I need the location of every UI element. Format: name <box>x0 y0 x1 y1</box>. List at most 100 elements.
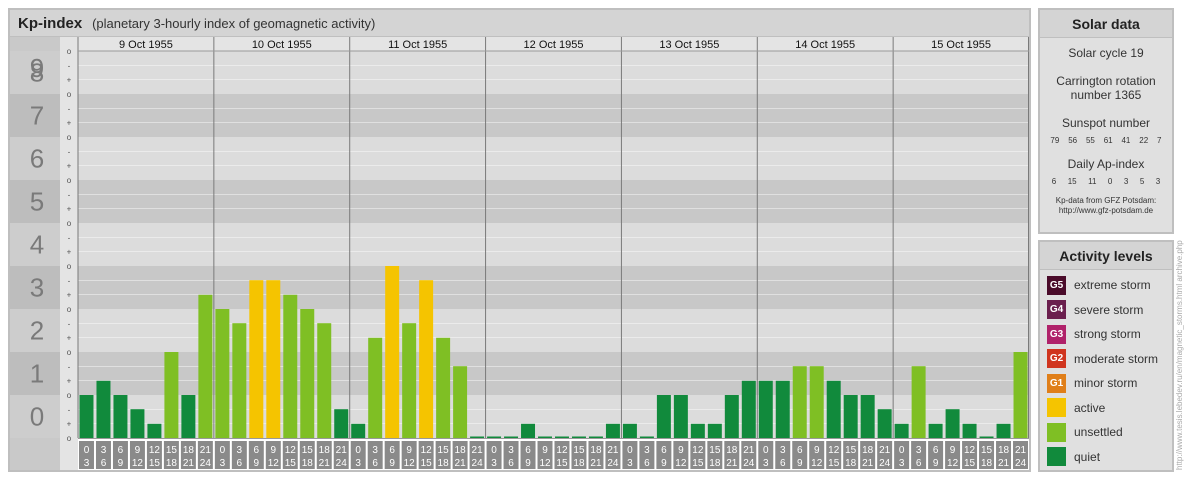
level-row-extreme-storm: G5 extreme storm <box>1040 273 1172 298</box>
level-row-moderate-storm: G2 moderate storm <box>1040 347 1172 372</box>
hour-start-label: 12 <box>149 445 161 456</box>
kp-bar <box>368 337 383 438</box>
hour-end-label: 15 <box>285 458 297 469</box>
sub-level-mark: + <box>67 291 72 300</box>
level-badge-g5: G5 <box>1047 275 1066 295</box>
hour-end-label: 21 <box>183 458 195 469</box>
sub-level-mark: - <box>68 276 71 285</box>
hour-start-label: 15 <box>302 445 314 456</box>
hour-start-label: 6 <box>389 445 395 456</box>
kp-level-band <box>78 223 1029 266</box>
hour-start-label: 9 <box>542 445 548 456</box>
kp-bar <box>928 423 943 438</box>
level-label: active <box>1074 400 1106 415</box>
solar-cycle: Solar cycle 19 <box>1068 46 1144 60</box>
day-label: 13 Oct 1955 <box>659 39 719 51</box>
level-label: quiet <box>1074 449 1101 464</box>
hour-end-label: 21 <box>455 458 467 469</box>
sunspot-value: 61 <box>1103 136 1113 145</box>
data-source-line-2[interactable]: http://www.gfz-potsdam.de <box>1040 206 1172 216</box>
level-swatch-unsettled <box>1047 422 1066 442</box>
kp-bar <box>639 436 654 438</box>
level-label: strong storm <box>1074 327 1141 342</box>
data-source-line-1: Kp-data from GFZ Potsdam: <box>1055 196 1157 205</box>
hour-start-label: 15 <box>166 445 178 456</box>
kp-level-band <box>78 180 1029 223</box>
hour-end-label: 3 <box>899 458 905 469</box>
kp-bar <box>504 436 519 438</box>
y-tick-label: 3 <box>30 273 44 303</box>
hour-start-label: 21 <box>607 445 619 456</box>
kp-bar <box>419 280 434 438</box>
level-badge-g4: G4 <box>1047 300 1066 320</box>
sub-level-mark: o <box>67 391 72 400</box>
hour-end-label: 18 <box>845 458 857 469</box>
hour-end-label: 18 <box>302 458 314 469</box>
sunspot-value: 41 <box>1121 136 1131 145</box>
kp-bar <box>571 436 586 438</box>
y-tick-label: 7 <box>30 101 44 131</box>
ap-title: Daily Ap-index <box>1067 157 1145 171</box>
hour-end-label: 12 <box>947 458 959 469</box>
hour-end-label: 9 <box>661 458 667 469</box>
kp-bar <box>605 423 620 438</box>
kp-chart-panel: Kp-index (planetary 3-hourly index of ge… <box>8 8 1031 472</box>
hour-end-label: 24 <box>879 458 891 469</box>
hour-end-label: 21 <box>319 458 331 469</box>
level-badge-g2: G2 <box>1047 349 1066 369</box>
hour-end-label: 9 <box>933 458 939 469</box>
y-tick-label: 0 <box>30 402 44 432</box>
kp-bar <box>707 423 722 438</box>
kp-bar <box>249 280 264 438</box>
kp-bar <box>996 423 1011 438</box>
sub-level-mark: o <box>67 176 72 185</box>
hour-start-label: 9 <box>135 445 141 456</box>
hour-end-label: 21 <box>998 458 1010 469</box>
sub-level-mark: - <box>68 147 71 156</box>
hour-start-label: 6 <box>661 445 667 456</box>
chart-title: Kp-index <box>18 15 83 32</box>
hour-start-label: 6 <box>118 445 124 456</box>
kp-bar <box>113 395 128 438</box>
sub-level-mark: o <box>67 133 72 142</box>
kp-bar <box>809 366 824 438</box>
ap-value: 15 <box>1067 177 1077 186</box>
hour-end-label: 15 <box>828 458 840 469</box>
hour-end-label: 3 <box>220 458 226 469</box>
kp-bar <box>164 352 179 438</box>
kp-bar <box>96 380 111 438</box>
hour-end-label: 15 <box>556 458 568 469</box>
hour-start-label: 15 <box>981 445 993 456</box>
sunspot-value: 56 <box>1068 136 1078 145</box>
kp-bar <box>555 436 569 438</box>
hour-start-label: 0 <box>220 445 226 456</box>
level-badge-g1: G1 <box>1047 373 1066 393</box>
sub-level-mark: - <box>68 362 71 371</box>
kp-bar <box>470 436 485 438</box>
carrington-line-2: number 1365 <box>1070 88 1142 102</box>
activity-levels-panel: Activity levels G5 extreme storm G4 seve… <box>1038 240 1174 472</box>
sunspot-value: 22 <box>1139 136 1149 145</box>
sub-level-mark: o <box>67 90 72 99</box>
hour-end-label: 21 <box>590 458 602 469</box>
level-row-active: active <box>1040 396 1172 421</box>
hour-start-label: 0 <box>491 445 497 456</box>
kp-bar <box>673 395 688 438</box>
kp-bar <box>300 309 315 438</box>
kp-bar <box>266 280 281 438</box>
kp-bar <box>877 409 892 438</box>
hour-start-label: 0 <box>627 445 633 456</box>
sub-level-mark: - <box>68 61 71 70</box>
hour-end-label: 3 <box>763 458 769 469</box>
level-label: unsettled <box>1074 425 1123 440</box>
hour-end-label: 6 <box>780 458 786 469</box>
hour-end-label: 9 <box>118 458 124 469</box>
hour-start-label: 12 <box>828 445 840 456</box>
carrington-line-1: Carrington rotation <box>1056 74 1156 88</box>
sub-level-mark: + <box>67 76 72 85</box>
sub-level-mark: + <box>67 248 72 257</box>
kp-bar <box>690 423 705 438</box>
kp-bar <box>317 323 332 438</box>
kp-bar <box>962 423 977 438</box>
hour-end-label: 3 <box>84 458 90 469</box>
